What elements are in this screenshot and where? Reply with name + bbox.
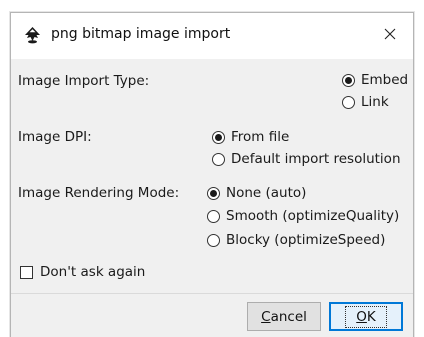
dpi-label: Image DPI: [18, 129, 92, 145]
dont-ask-label: Don't ask again [40, 264, 146, 280]
rendering-mode-label: Image Rendering Mode: [18, 185, 180, 201]
button-bar: Cancel OK [11, 294, 413, 337]
radio-from-file[interactable]: From file [212, 129, 289, 145]
radio-smooth[interactable]: Smooth (optimizeQuality) [207, 208, 399, 224]
inkscape-logo-icon [23, 26, 42, 45]
import-dialog: png bitmap image import Image Import Typ… [10, 12, 414, 337]
close-button[interactable] [367, 13, 413, 59]
ok-label-rest: K [366, 308, 376, 325]
dont-ask-checkbox[interactable]: Don't ask again [20, 264, 145, 280]
close-icon [384, 28, 396, 44]
ok-button[interactable]: OK [329, 302, 403, 331]
window-title: png bitmap image import [51, 26, 231, 42]
title-bar: png bitmap image import [11, 13, 413, 59]
radio-embed[interactable]: Embed [342, 72, 408, 88]
radio-default-resolution[interactable]: Default import resolution [212, 151, 401, 167]
radio-indicator [342, 95, 355, 109]
ok-button-label: OK [345, 305, 387, 328]
radio-blocky-label: Blocky (optimizeSpeed) [226, 232, 386, 248]
cancel-mnemonic: C [261, 308, 271, 325]
radio-indicator [207, 209, 220, 223]
cancel-label-rest: ancel [270, 308, 307, 325]
radio-embed-label: Embed [361, 72, 409, 88]
radio-default-resolution-label: Default import resolution [231, 151, 401, 167]
radio-link[interactable]: Link [342, 94, 389, 110]
radio-indicator [207, 186, 220, 200]
cancel-button[interactable]: Cancel [247, 302, 321, 331]
radio-indicator [212, 152, 225, 166]
radio-smooth-label: Smooth (optimizeQuality) [226, 208, 400, 224]
checkbox-indicator [20, 265, 33, 279]
radio-indicator [212, 130, 225, 144]
radio-link-label: Link [361, 94, 389, 110]
cancel-button-label: Cancel [261, 309, 307, 325]
import-type-label: Image Import Type: [18, 73, 150, 89]
ok-mnemonic: O [356, 308, 367, 325]
radio-blocky[interactable]: Blocky (optimizeSpeed) [207, 232, 385, 248]
radio-indicator [342, 73, 355, 87]
radio-none-auto[interactable]: None (auto) [207, 185, 306, 201]
radio-from-file-label: From file [231, 129, 290, 145]
radio-indicator [207, 233, 220, 247]
radio-none-auto-label: None (auto) [226, 185, 307, 201]
